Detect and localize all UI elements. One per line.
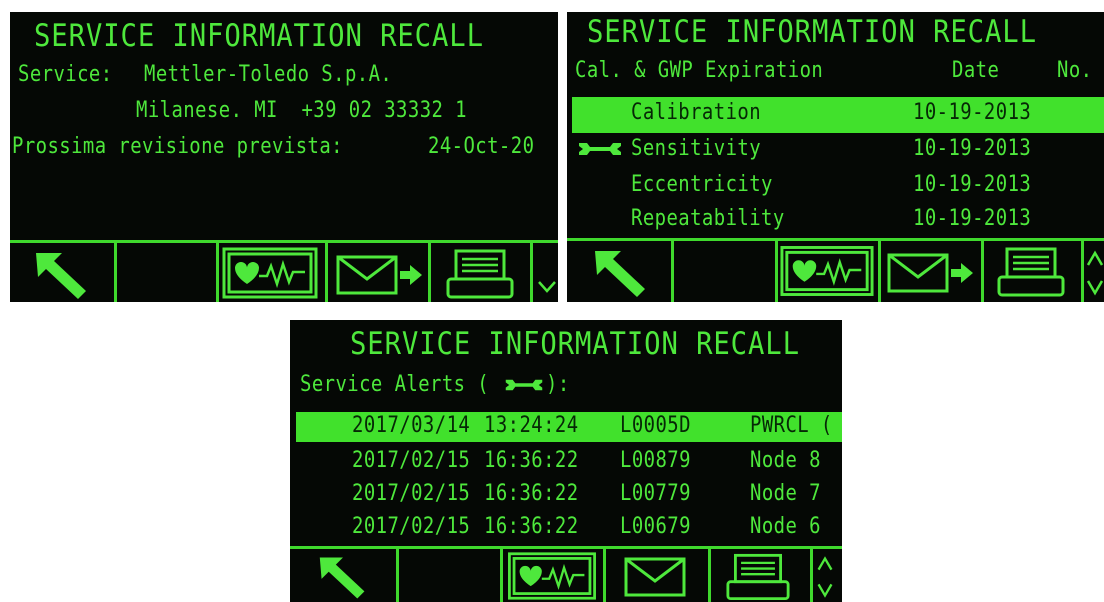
send-envelope-icon[interactable] [887, 251, 975, 295]
alert-node: Node 8 [750, 448, 821, 473]
printer-icon[interactable] [446, 249, 514, 299]
alert-date[interactable]: 2017/02/15 [352, 481, 470, 506]
scroll-down-icon[interactable] [537, 277, 557, 297]
alert-date[interactable]: 2017/02/15 [352, 448, 470, 473]
row-date: 10-19-2013 [913, 100, 1032, 125]
alert-date: 2017/03/14 [352, 413, 471, 438]
column-header-no: No. [1057, 58, 1093, 83]
panel-calibration-expiration: SERVICE INFORMATION RECALL Cal. & GWP Ex… [567, 12, 1104, 302]
wrench-icon [577, 139, 623, 159]
wrench-icon [504, 376, 544, 394]
printer-icon[interactable] [997, 247, 1065, 297]
alerts-label: Service Alerts ( [300, 372, 490, 397]
service-company: Mettler-Toledo S.p.A. [144, 62, 393, 87]
alert-code: L0005D [620, 413, 691, 438]
next-revision-label: Prossima revisione prevista: [12, 134, 343, 159]
row-name: Calibration [631, 100, 762, 125]
alert-code: L00679 [620, 514, 691, 539]
panel-title: SERVICE INFORMATION RECALL [350, 326, 800, 362]
alert-time: 13:24:24 [484, 413, 579, 438]
envelope-icon[interactable] [624, 557, 686, 597]
next-revision-date: 24-Oct-20 [428, 134, 535, 159]
panel-service-info: SERVICE INFORMATION RECALL Service: Mett… [10, 12, 558, 302]
row-name[interactable]: Eccentricity [631, 172, 773, 197]
alerts-label-suffix: ): [546, 372, 570, 397]
exit-arrow-icon[interactable] [34, 251, 90, 301]
panel-title: SERVICE INFORMATION RECALL [587, 14, 1037, 50]
alert-node: PWRCL ( [750, 413, 833, 438]
exit-arrow-icon[interactable] [318, 555, 368, 601]
service-label: Service: [18, 62, 113, 87]
alert-code: L00879 [620, 448, 691, 473]
alert-date[interactable]: 2017/02/15 [352, 514, 470, 539]
scroll-up-down-icon[interactable] [1086, 247, 1104, 299]
alert-code: L00779 [620, 481, 691, 506]
diagnostics-heart-icon[interactable] [504, 551, 600, 601]
alert-time: 16:36:22 [484, 481, 579, 506]
softkey-bar [290, 546, 842, 602]
alert-time: 16:36:22 [484, 448, 579, 473]
column-header-label: Cal. & GWP Expiration [575, 58, 824, 83]
exit-arrow-icon[interactable] [593, 249, 649, 299]
printer-icon[interactable] [726, 553, 790, 601]
diagnostics-heart-icon[interactable] [779, 244, 875, 298]
send-envelope-icon[interactable] [336, 253, 424, 297]
panel-service-alerts: SERVICE INFORMATION RECALL Service Alert… [290, 320, 842, 602]
alert-node: Node 6 [750, 514, 821, 539]
panel-title: SERVICE INFORMATION RECALL [34, 18, 484, 54]
softkey-bar [567, 238, 1104, 302]
row-name[interactable]: Repeatability [631, 206, 785, 231]
diagnostics-heart-icon[interactable] [221, 246, 319, 300]
alert-node: Node 7 [750, 481, 821, 506]
row-date: 10-19-2013 [913, 206, 1032, 231]
scroll-up-down-icon[interactable] [816, 553, 834, 601]
column-header-date: Date [952, 58, 1000, 83]
service-address: Milanese. MI +39 02 33332 1 [136, 98, 467, 123]
row-date: 10-19-2013 [913, 172, 1032, 197]
alert-time: 16:36:22 [484, 514, 579, 539]
row-date: 10-19-2013 [913, 136, 1032, 161]
softkey-bar [10, 240, 558, 302]
row-name[interactable]: Sensitivity [631, 136, 761, 161]
